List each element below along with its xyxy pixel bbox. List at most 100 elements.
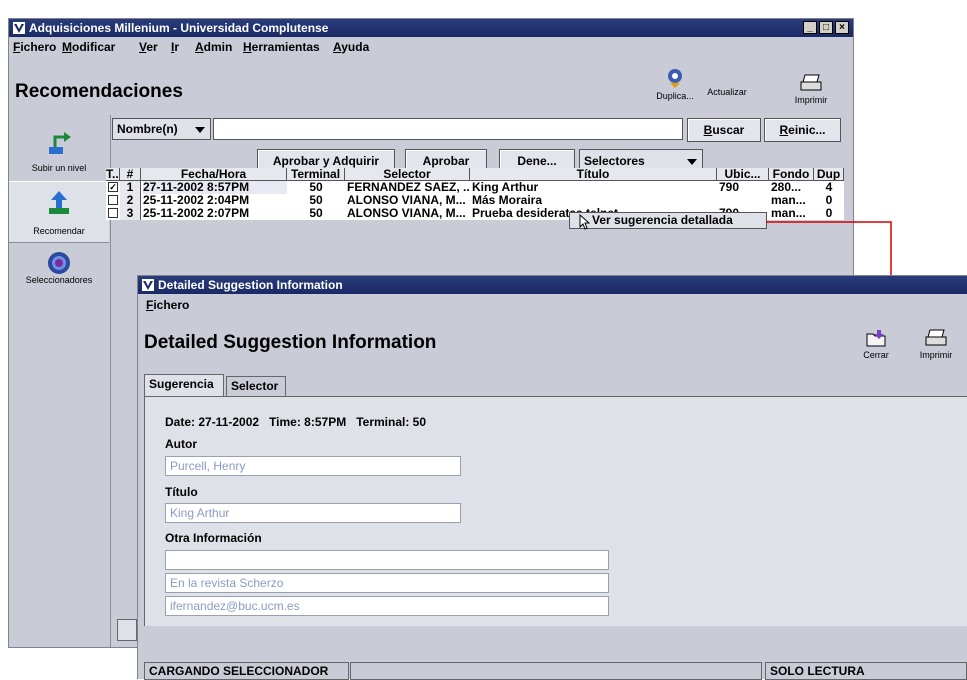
col-header-type[interactable]: T... bbox=[106, 168, 120, 181]
table-row[interactable]: 2 25-11-2002 2:04PM 50 ALONSO VIANA, M..… bbox=[106, 194, 844, 207]
connector-line bbox=[766, 221, 892, 276]
printer-icon bbox=[800, 74, 822, 91]
row-selector: FERNANDEZ SAEZ, ... bbox=[347, 181, 470, 194]
app-logo-icon bbox=[142, 279, 154, 291]
up-level-icon bbox=[49, 132, 71, 154]
status-middle bbox=[350, 662, 762, 680]
dialog-title-bar[interactable]: Detailed Suggestion Information bbox=[138, 276, 967, 294]
row-number: 3 bbox=[120, 207, 141, 220]
row-selector: ALONSO VIANA, M... bbox=[347, 207, 466, 220]
print-label: Imprimir bbox=[794, 95, 828, 105]
row-number: 2 bbox=[120, 194, 141, 207]
title-field[interactable]: King Arthur bbox=[165, 503, 461, 523]
reset-button-label: Reinic... bbox=[779, 123, 826, 137]
main-window-title: Adquisiciones Millenium - Universidad Co… bbox=[29, 21, 329, 35]
dialog-print-label: Imprimir bbox=[919, 350, 953, 360]
maximize-button[interactable]: □ bbox=[819, 21, 833, 34]
sidebar-label: Recomendar bbox=[33, 226, 85, 236]
row-checkbox[interactable] bbox=[108, 208, 118, 218]
close-button[interactable]: × bbox=[835, 21, 849, 34]
reset-button[interactable]: Reinic... bbox=[764, 118, 841, 142]
duplicate-label: Duplica... bbox=[656, 91, 694, 101]
selectors-dropdown-value: Selectores bbox=[584, 154, 645, 168]
author-label: Autor bbox=[165, 437, 197, 451]
row-location bbox=[719, 194, 769, 207]
mouse-pointer-icon bbox=[579, 214, 591, 230]
row-terminal: 50 bbox=[309, 181, 323, 194]
col-header-terminal[interactable]: Terminal bbox=[287, 168, 345, 181]
row-title: King Arthur bbox=[472, 181, 539, 194]
row-datetime: 25-11-2002 2:07PM bbox=[143, 207, 250, 220]
search-field-selector[interactable]: Nombre(n) bbox=[112, 118, 211, 140]
table-header-row: T... # Fecha/Hora Terminal Selector Títu… bbox=[106, 168, 844, 181]
tab-selector[interactable]: Selector bbox=[226, 376, 286, 396]
col-header-datetime[interactable]: Fecha/Hora bbox=[141, 168, 287, 181]
dialog-print-tool[interactable]: Imprimir bbox=[912, 328, 960, 360]
print-tool[interactable]: Imprimir bbox=[789, 73, 833, 105]
close-tool[interactable]: Cerrar bbox=[856, 328, 896, 360]
refresh-tool[interactable]: Actualizar bbox=[705, 87, 749, 97]
row-checkbox[interactable] bbox=[108, 195, 118, 205]
search-button[interactable]: Buscar bbox=[687, 118, 761, 142]
context-menu-view-detail[interactable]: Ver sugerencia detallada bbox=[569, 212, 767, 230]
sidebar-label: Seleccionadores bbox=[25, 275, 93, 285]
row-terminal: 50 bbox=[309, 207, 323, 220]
row-location: 790 bbox=[719, 181, 740, 194]
col-header-location[interactable]: Ubic... bbox=[717, 168, 769, 181]
menu-modificar[interactable]: Modificar bbox=[62, 40, 115, 54]
dialog-menu-fichero[interactable]: Fichero bbox=[146, 298, 189, 312]
duplicate-icon bbox=[668, 69, 682, 88]
page-title: Recomendaciones bbox=[15, 81, 183, 102]
col-header-num[interactable]: # bbox=[120, 168, 141, 181]
search-field-selector-value: Nombre(n) bbox=[117, 122, 178, 136]
row-checkbox[interactable]: ✓ bbox=[108, 182, 118, 192]
sidebar-item-recomendar[interactable]: Recomendar bbox=[9, 181, 109, 243]
col-header-selector[interactable]: Selector bbox=[345, 168, 470, 181]
col-header-dup[interactable]: Dup bbox=[814, 168, 844, 181]
col-header-title[interactable]: Título bbox=[470, 168, 717, 181]
context-menu-item-label: Ver sugerencia detallada bbox=[592, 213, 733, 227]
selectors-icon bbox=[48, 252, 70, 274]
menu-herramientas[interactable]: Herramientas bbox=[243, 40, 320, 54]
menu-fichero[interactable]: Fichero bbox=[13, 40, 56, 54]
row-datetime: 27-11-2002 8:57PM bbox=[143, 181, 287, 194]
chevron-down-icon bbox=[687, 159, 697, 165]
tab-sugerencia[interactable]: Sugerencia bbox=[144, 374, 224, 396]
row-title: Más Moraira bbox=[472, 194, 543, 207]
other-info-label: Otra Información bbox=[165, 531, 262, 545]
search-input[interactable] bbox=[213, 118, 683, 140]
status-right: SOLO LECTURA bbox=[765, 662, 967, 680]
refresh-label: Actualizar bbox=[707, 87, 747, 97]
row-fund: man... bbox=[771, 194, 806, 207]
main-title-bar[interactable]: Adquisiciones Millenium - Universidad Co… bbox=[9, 19, 853, 37]
info-line: Date: 27-11-2002 Time: 8:57PM Terminal: … bbox=[165, 415, 427, 429]
sidebar-item-seleccionadores[interactable]: Seleccionadores bbox=[9, 245, 109, 307]
menu-ir[interactable]: Ir bbox=[171, 40, 179, 54]
row-dup: 4 bbox=[825, 181, 833, 194]
row-terminal: 50 bbox=[309, 194, 323, 207]
status-bar: CARGANDO SELECCIONADOR SOLO LECTURA bbox=[138, 662, 967, 680]
chevron-down-icon bbox=[195, 127, 205, 133]
minimize-button[interactable]: _ bbox=[803, 21, 817, 34]
author-field[interactable]: Purcell, Henry bbox=[165, 456, 461, 476]
menu-bar: Fichero Modificar Ver Ir Admin Herramien… bbox=[9, 37, 853, 57]
row-fund: 280... bbox=[771, 181, 802, 194]
other-info-field-3[interactable]: ifernandez@buc.ucm.es bbox=[165, 596, 609, 616]
detail-dialog: Detailed Suggestion Information Fichero … bbox=[137, 275, 967, 680]
status-left: CARGANDO SELECCIONADOR bbox=[144, 662, 349, 680]
close-folder-icon bbox=[866, 330, 886, 347]
other-info-field-2[interactable]: En la revista Scherzo bbox=[165, 573, 609, 593]
other-info-field-1[interactable] bbox=[165, 550, 609, 570]
sidebar-item-subir-nivel[interactable]: Subir un nivel bbox=[9, 117, 109, 179]
search-button-label: Buscar bbox=[703, 123, 745, 137]
row-dup: 0 bbox=[825, 194, 833, 207]
sidebar: Subir un nivel Recomendar Seleccionadore… bbox=[9, 115, 111, 647]
menu-ver[interactable]: Ver bbox=[139, 40, 158, 54]
menu-admin[interactable]: Admin bbox=[195, 40, 232, 54]
table-row[interactable]: ✓ 1 27-11-2002 8:57PM 50 FERNANDEZ SAEZ,… bbox=[106, 181, 844, 194]
menu-ayuda[interactable]: Ayuda bbox=[333, 40, 369, 54]
col-header-fund[interactable]: Fondo bbox=[769, 168, 814, 181]
sidebar-label: Subir un nivel bbox=[31, 163, 87, 173]
duplicate-tool[interactable]: Duplica... bbox=[655, 67, 695, 101]
row-number: 1 bbox=[120, 181, 141, 194]
